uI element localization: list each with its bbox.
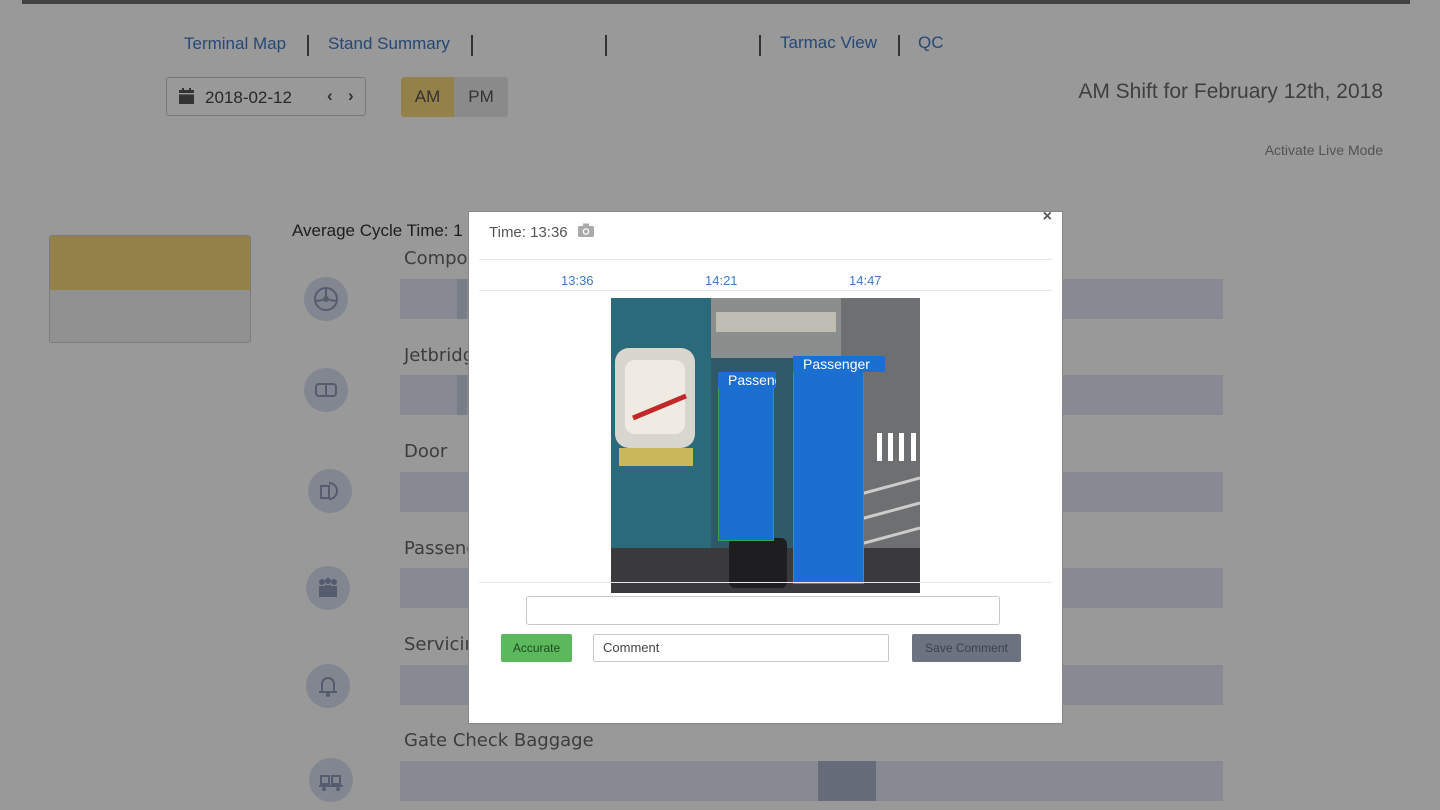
detection-box[interactable]	[718, 372, 774, 541]
timestamp-link[interactable]: 13:36	[561, 273, 594, 288]
detection-label: Passenge	[718, 372, 776, 388]
modal-time-label: Time: 13:36	[489, 224, 568, 241]
modal-divider	[479, 290, 1052, 291]
modal-divider	[479, 259, 1052, 260]
close-icon[interactable]: ×	[1043, 208, 1052, 226]
camera-frame-image: Passenge Passenger	[611, 298, 920, 593]
timestamp-link[interactable]: 14:21	[705, 273, 738, 288]
accurate-button[interactable]: Accurate	[501, 634, 572, 662]
detection-box[interactable]	[793, 356, 864, 584]
save-comment-button[interactable]: Save Comment	[912, 634, 1021, 662]
timestamp-link[interactable]: 14:47	[849, 273, 882, 288]
detection-modal: × Time: 13:36 13:36 14:21 14:47 Passen P…	[468, 208, 1063, 724]
detection-label: Passenger	[793, 356, 885, 372]
annotation-input[interactable]	[526, 596, 1000, 625]
comment-input[interactable]: Comment	[593, 634, 889, 662]
camera-icon[interactable]	[578, 223, 594, 237]
modal-divider	[479, 582, 1052, 583]
